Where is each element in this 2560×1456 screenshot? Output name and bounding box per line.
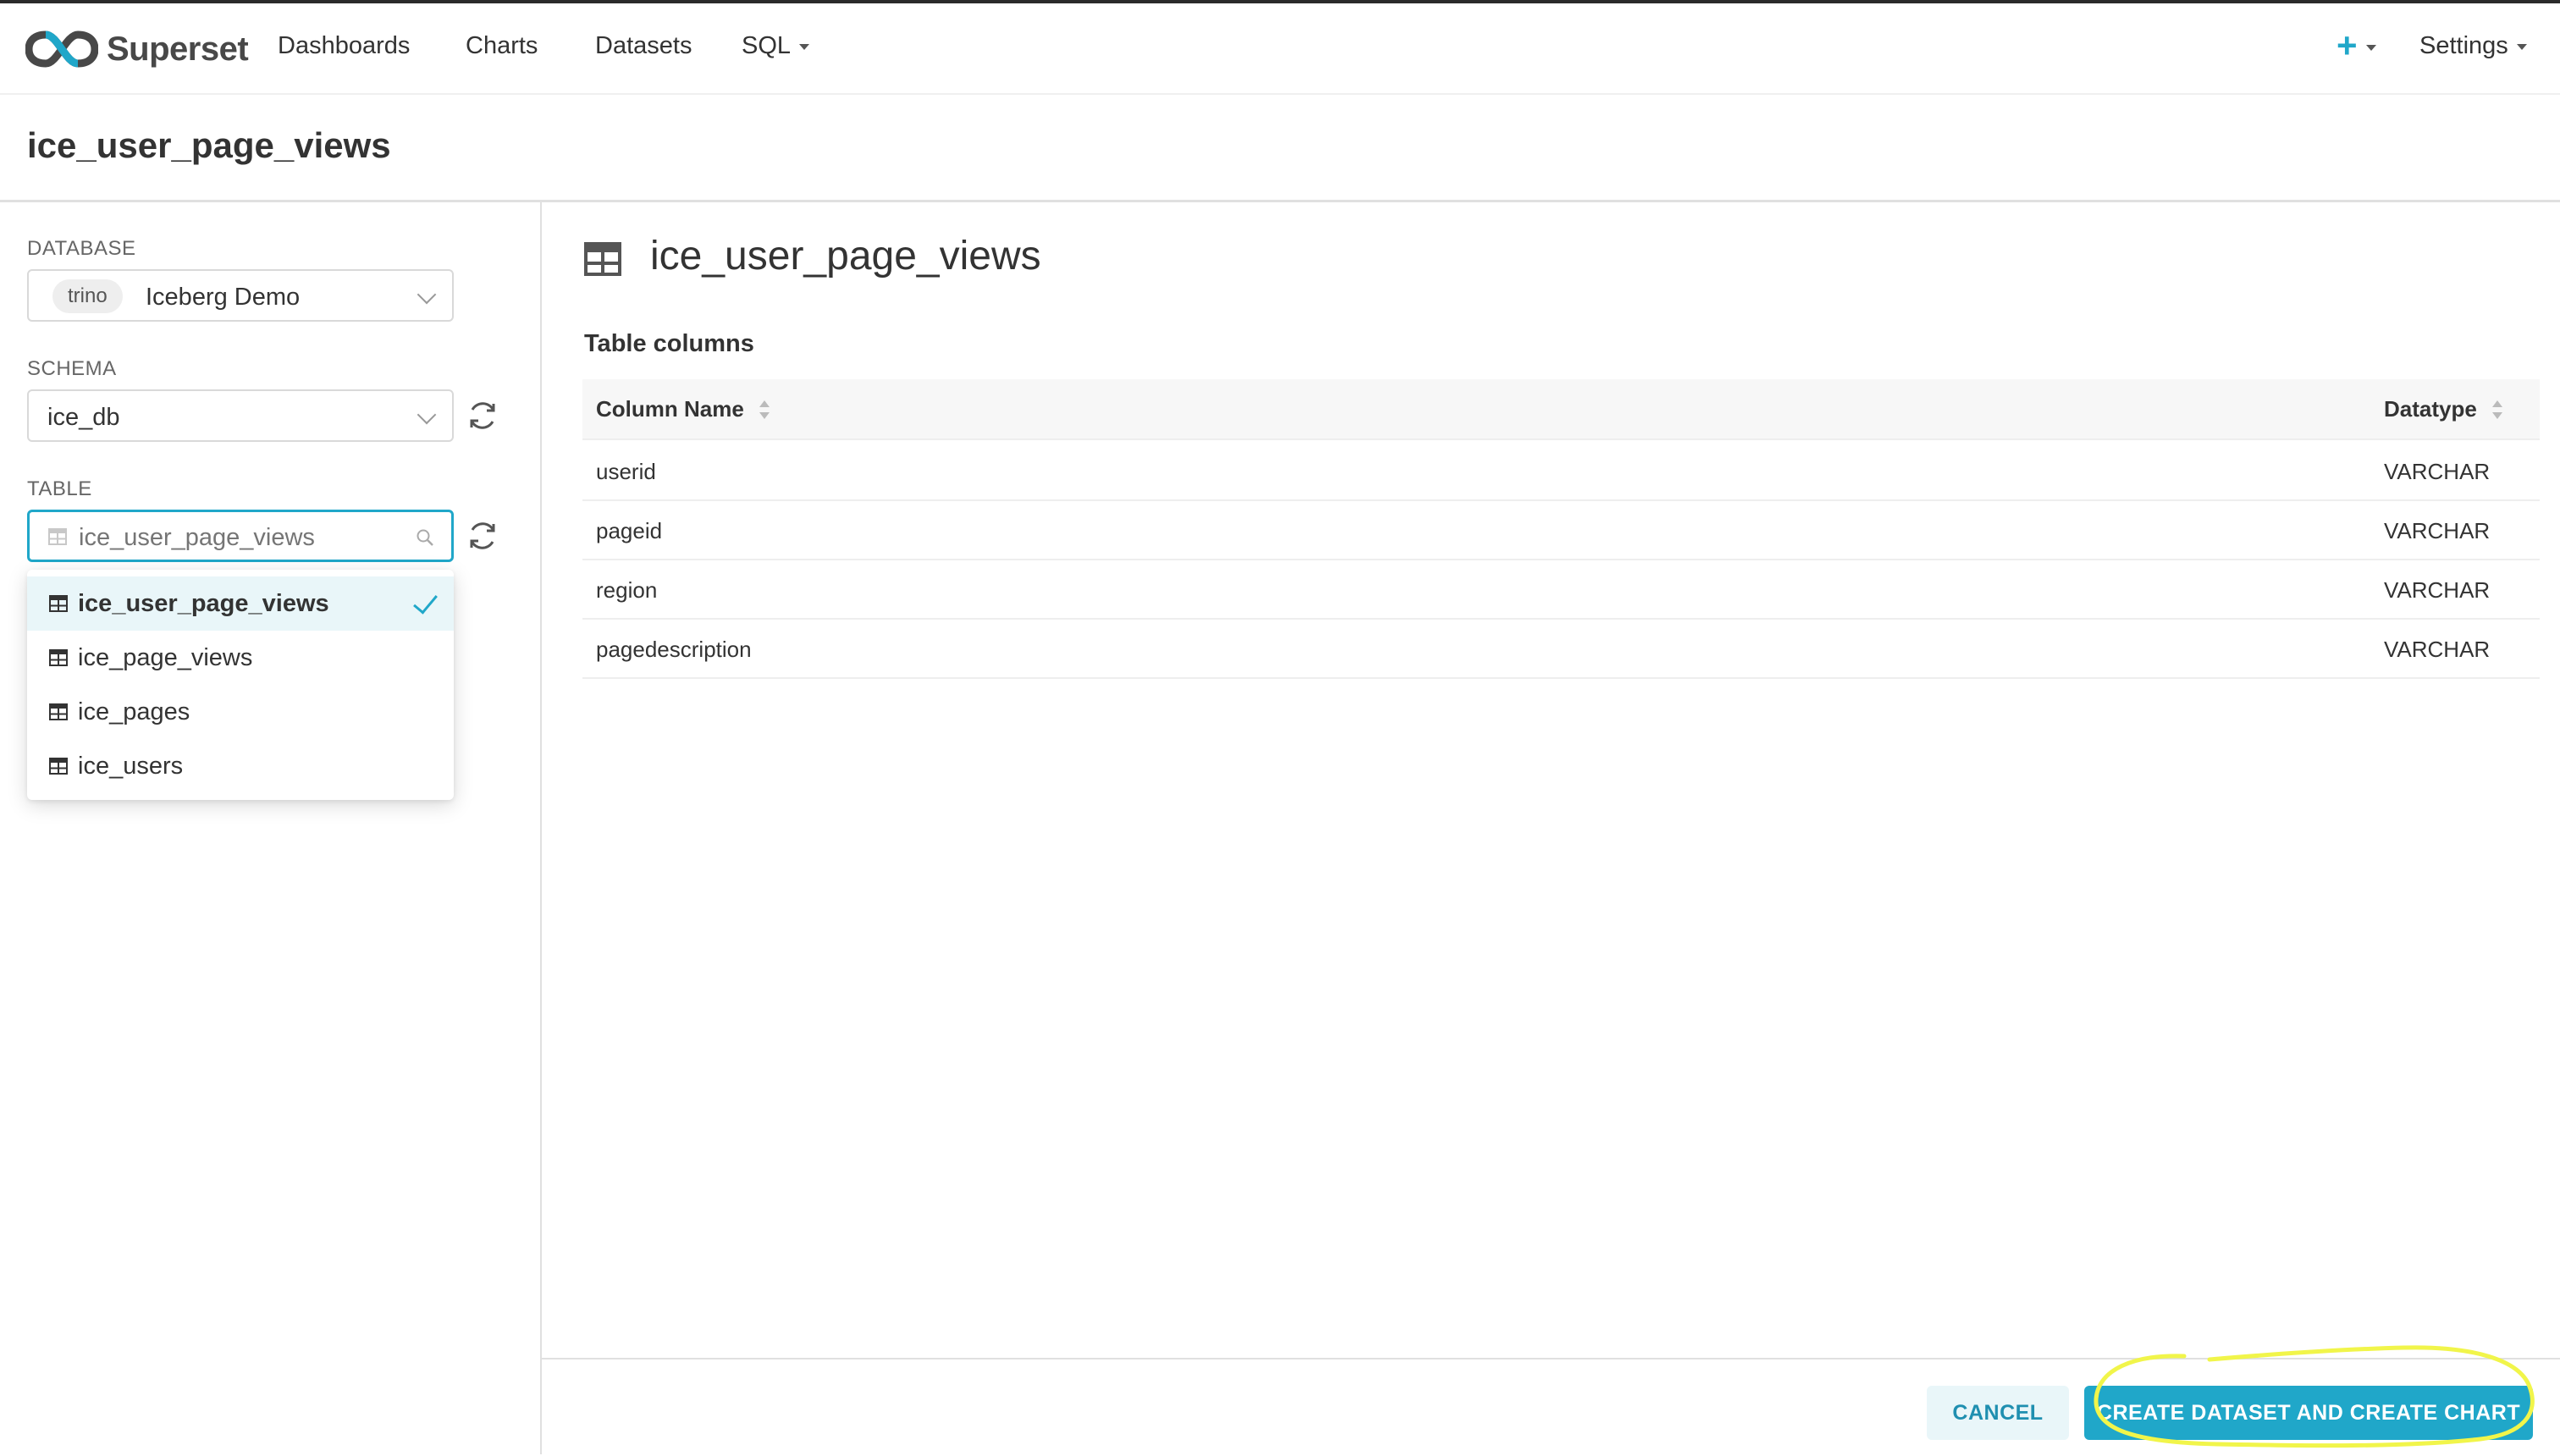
brand-name: Superset (107, 30, 249, 68)
datatype-cell: VARCHAR (2384, 459, 2491, 484)
superset-logo-icon (25, 30, 98, 68)
column-name-header-label: Column Name (596, 396, 744, 422)
search-icon (417, 529, 433, 546)
table-search-input[interactable] (77, 521, 402, 554)
schema-label: SCHEMA (27, 357, 117, 380)
table-option[interactable]: ice_users (27, 739, 454, 793)
sort-icon (2491, 400, 2502, 421)
new-item-button[interactable]: + (2337, 25, 2376, 66)
sort-icon (759, 400, 770, 421)
table-icon (49, 758, 68, 775)
database-select[interactable]: trino Iceberg Demo (27, 269, 454, 322)
refresh-table-icon[interactable] (466, 519, 499, 553)
caret-down-icon (2365, 45, 2376, 52)
table-option[interactable]: ice_user_page_views (27, 576, 454, 631)
table-row: region VARCHAR (582, 559, 2540, 620)
datatype-header-label: Datatype (2384, 396, 2477, 422)
table-option-label: ice_pages (78, 698, 190, 725)
column-name-cell: userid (596, 459, 656, 484)
table-option[interactable]: ice_pages (27, 685, 454, 739)
table-label: TABLE (27, 477, 92, 500)
page-title: ice_user_page_views (27, 125, 391, 165)
database-engine-tag: trino (52, 279, 123, 313)
chevron-down-icon (417, 284, 437, 305)
table-option-label: ice_page_views (78, 644, 253, 671)
database-value: Iceberg Demo (146, 284, 301, 311)
nav-dashboards[interactable]: Dashboards (278, 32, 410, 60)
table-icon (49, 595, 68, 612)
table-row: userid VARCHAR (582, 440, 2540, 501)
nav-sql[interactable]: SQL (742, 32, 810, 60)
create-dataset-and-chart-button[interactable]: CREATE DATASET AND CREATE CHART (2084, 1386, 2533, 1440)
schema-select[interactable]: ice_db (27, 389, 454, 442)
nav-charts[interactable]: Charts (466, 32, 538, 60)
settings-menu[interactable]: Settings (2419, 32, 2527, 60)
chevron-down-icon (417, 405, 437, 425)
caret-down-icon (799, 43, 810, 50)
table-dropdown: ice_user_page_views ice_page_views ice_p… (27, 570, 454, 800)
column-name-cell: pageid (596, 518, 663, 543)
cancel-button[interactable]: CANCEL (1927, 1386, 2069, 1440)
table-option-label: ice_users (78, 753, 184, 780)
database-label: DATABASE (27, 237, 136, 260)
table-header: Column Name Datatype (582, 379, 2540, 440)
column-name-header[interactable]: Column Name (596, 396, 770, 422)
page-header: ice_user_page_views (0, 95, 2560, 202)
table-option[interactable]: ice_page_views (27, 631, 454, 685)
refresh-schema-icon[interactable] (466, 399, 499, 433)
checkmark-icon (413, 588, 438, 615)
table-icon (48, 528, 67, 545)
brand-logo[interactable]: Superset (25, 25, 249, 73)
nav-datasets[interactable]: Datasets (595, 32, 692, 60)
table-row: pagedescription VARCHAR (582, 618, 2540, 679)
dataset-title: ice_user_page_views (650, 234, 1041, 279)
caret-down-icon (2516, 43, 2527, 50)
table-icon (584, 242, 621, 276)
plus-icon: + (2337, 25, 2358, 65)
table-columns-heading: Table columns (584, 330, 754, 357)
table-select[interactable] (27, 510, 454, 562)
table-icon (49, 649, 68, 666)
column-name-cell: pagedescription (596, 637, 752, 662)
datatype-cell: VARCHAR (2384, 637, 2491, 662)
nav-sql-label: SQL (742, 32, 792, 59)
table-option-label: ice_user_page_views (78, 590, 329, 617)
datatype-header[interactable]: Datatype (2384, 396, 2502, 422)
datatype-cell: VARCHAR (2384, 577, 2491, 603)
top-navbar: Superset Dashboards Charts Datasets SQL … (0, 3, 2560, 95)
column-name-cell: region (596, 577, 658, 603)
settings-label: Settings (2419, 32, 2508, 59)
schema-value: ice_db (47, 404, 120, 431)
table-row: pageid VARCHAR (582, 499, 2540, 560)
datatype-cell: VARCHAR (2384, 518, 2491, 543)
table-icon (49, 703, 68, 720)
